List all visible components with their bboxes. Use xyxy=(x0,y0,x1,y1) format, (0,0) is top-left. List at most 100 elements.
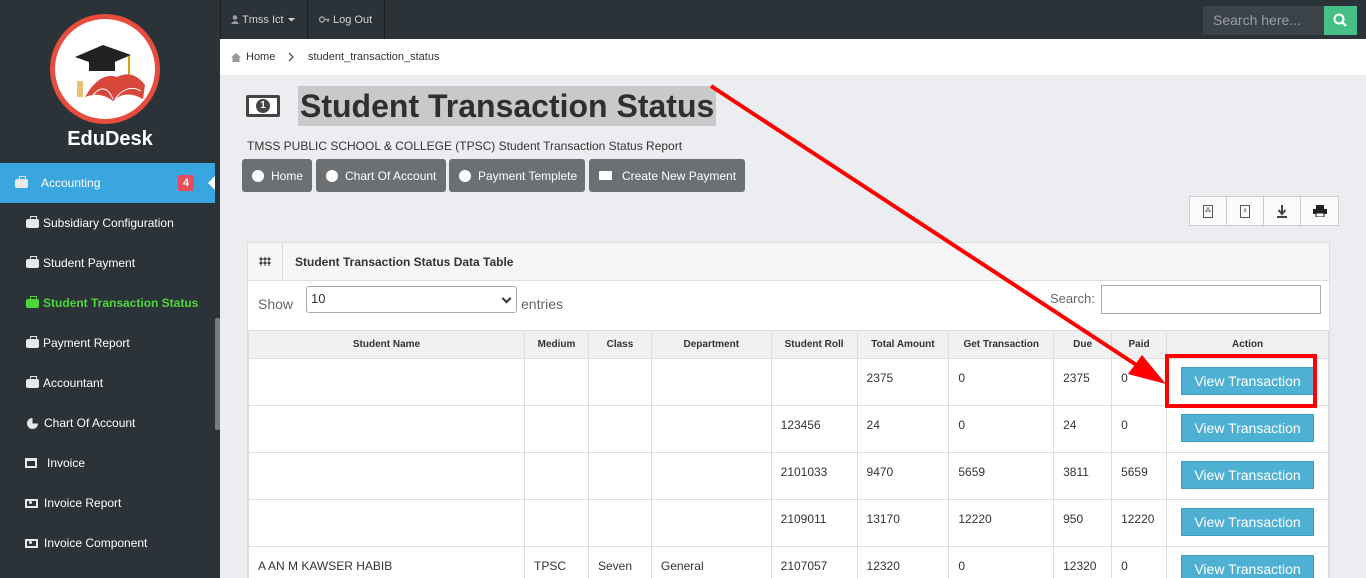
sidebar-item-label: Invoice Report xyxy=(44,496,122,510)
sidebar-item-label: Chart Of Account xyxy=(44,416,136,430)
download-button[interactable] xyxy=(1264,197,1301,225)
cell-student-roll: 2109011 xyxy=(770,499,858,547)
cell-class: Seven xyxy=(587,546,652,578)
cell-medium xyxy=(524,499,589,547)
cell-class xyxy=(587,452,652,500)
cell-due: 24 xyxy=(1053,405,1113,453)
column-header[interactable]: Student Name xyxy=(247,330,526,359)
column-header[interactable]: Due xyxy=(1053,330,1113,359)
table-search-label: Search: xyxy=(1050,291,1095,306)
download-icon xyxy=(1277,205,1287,218)
sidebar-item-accounting[interactable]: Accounting 4 xyxy=(0,163,215,203)
cell-action: View Transaction xyxy=(1166,546,1329,578)
sidebar-item-label: Subsidiary Configuration xyxy=(43,216,174,230)
sidebar-item-label: Invoice Component xyxy=(44,536,148,550)
export-pdf-button[interactable]: ⁂ xyxy=(1190,197,1227,225)
print-icon xyxy=(1312,205,1327,217)
breadcrumb-separator-icon xyxy=(288,39,294,75)
column-header[interactable]: Get Transaction xyxy=(948,330,1055,359)
sidebar-item-accountant[interactable]: Accountant xyxy=(0,363,215,403)
user-name: Tmss Ict xyxy=(242,13,284,26)
list-icon xyxy=(599,171,612,180)
dashboard-icon xyxy=(252,169,264,182)
data-table-panel: Student Transaction Status Data Table Sh… xyxy=(247,242,1330,578)
sidebar-item-student-transaction-status[interactable]: Student Transaction Status xyxy=(0,283,215,323)
cell-total-amount: 24 xyxy=(856,405,950,453)
search-icon xyxy=(1333,13,1347,27)
briefcase-icon xyxy=(26,255,39,268)
sidebar-item-invoice-report[interactable]: Invoice Report xyxy=(0,483,215,523)
cell-student-name xyxy=(247,358,526,406)
cell-class xyxy=(587,405,652,453)
column-header[interactable]: Medium xyxy=(524,330,589,359)
payment-template-label: Payment Templete xyxy=(478,168,578,183)
sidebar-item-invoice[interactable]: Invoice xyxy=(0,443,215,483)
view-transaction-button[interactable]: View Transaction xyxy=(1181,555,1315,578)
entries-select[interactable]: 10 xyxy=(306,286,517,313)
cell-due: 12320 xyxy=(1053,546,1113,578)
sidebar-item-subsidiary-configuration[interactable]: Subsidiary Configuration xyxy=(0,203,215,243)
entries-label: entries xyxy=(521,296,564,312)
sidebar-item-label: Invoice xyxy=(47,456,86,470)
cell-department xyxy=(650,499,772,547)
cell-student-roll: 123456 xyxy=(770,405,858,453)
sidebar-item-chart-of-account[interactable]: Chart Of Account xyxy=(0,403,215,443)
column-header[interactable]: Student Roll xyxy=(770,330,858,359)
search-button[interactable] xyxy=(1324,6,1357,35)
cell-get-transaction: 0 xyxy=(948,405,1055,453)
cell-due: 3811 xyxy=(1053,452,1113,500)
home-button[interactable]: Home xyxy=(242,159,312,192)
cell-student-roll: 2101033 xyxy=(770,452,858,500)
window-icon xyxy=(25,458,37,468)
grid-icon xyxy=(259,257,271,266)
cell-get-transaction: 12220 xyxy=(948,499,1055,547)
school-logo xyxy=(50,14,160,124)
breadcrumb-home[interactable]: Home xyxy=(231,39,275,75)
table-row: A AN M KAWSER HABIB TPSC Seven General 2… xyxy=(247,546,1329,578)
sidebar-item-invoice-component[interactable]: Invoice Component xyxy=(0,523,215,563)
cell-student-name xyxy=(247,405,526,453)
cell-paid: 0 xyxy=(1111,358,1168,406)
cell-total-amount: 13170 xyxy=(856,499,950,547)
global-search-input[interactable]: Search here... xyxy=(1203,6,1324,35)
column-header[interactable]: Total Amount xyxy=(856,330,950,359)
view-transaction-button[interactable]: View Transaction xyxy=(1181,508,1315,536)
panel-header: Student Transaction Status Data Table xyxy=(248,243,1329,281)
sidebar-item-payment-report[interactable]: Payment Report xyxy=(0,323,215,363)
cell-department xyxy=(650,405,772,453)
pdf-icon: ⁂ xyxy=(1203,204,1213,218)
create-new-payment-button[interactable]: Create New Payment xyxy=(589,159,745,192)
show-label: Show xyxy=(258,296,294,312)
briefcase-icon xyxy=(26,295,39,308)
table-row: 2101033 9470 5659 3811 5659 View Transac… xyxy=(247,452,1329,500)
cell-department xyxy=(650,358,772,406)
view-transaction-button[interactable]: View Transaction xyxy=(1181,414,1315,442)
export-excel-button[interactable]: x xyxy=(1227,197,1264,225)
sidebar-item-label: Payment Report xyxy=(43,336,130,350)
sidebar-item-label: Student Transaction Status xyxy=(43,296,199,310)
table-search-input[interactable] xyxy=(1101,285,1321,314)
sidebar-scrollbar[interactable] xyxy=(215,318,220,430)
cell-student-name xyxy=(247,452,526,500)
payment-template-button[interactable]: Payment Templete xyxy=(449,159,585,192)
cell-total-amount: 12320 xyxy=(856,546,950,578)
sidebar-item-student-payment[interactable]: Student Payment xyxy=(0,243,215,283)
notification-badge: 4 xyxy=(178,175,194,191)
cell-due: 950 xyxy=(1053,499,1113,547)
logout-label: Log Out xyxy=(333,13,373,26)
chart-of-account-button[interactable]: Chart Of Account xyxy=(316,159,446,192)
column-header[interactable]: Paid xyxy=(1111,330,1168,359)
column-header[interactable]: Class xyxy=(587,330,652,359)
view-transaction-button[interactable]: View Transaction xyxy=(1181,461,1315,489)
logout-link[interactable]: Log Out xyxy=(319,0,372,39)
cell-department xyxy=(650,452,772,500)
cell-action: View Transaction xyxy=(1166,452,1329,500)
column-header[interactable]: Department xyxy=(650,330,772,359)
home-button-label: Home xyxy=(271,168,304,183)
print-button[interactable] xyxy=(1301,197,1338,225)
user-menu[interactable]: Tmss Ict xyxy=(231,0,296,39)
cell-total-amount: 9470 xyxy=(856,452,950,500)
breadcrumb: Home student_transaction_status xyxy=(220,39,1366,75)
cell-student-name: A AN M KAWSER HABIB xyxy=(247,546,526,578)
graduation-cap-icon xyxy=(75,45,145,101)
